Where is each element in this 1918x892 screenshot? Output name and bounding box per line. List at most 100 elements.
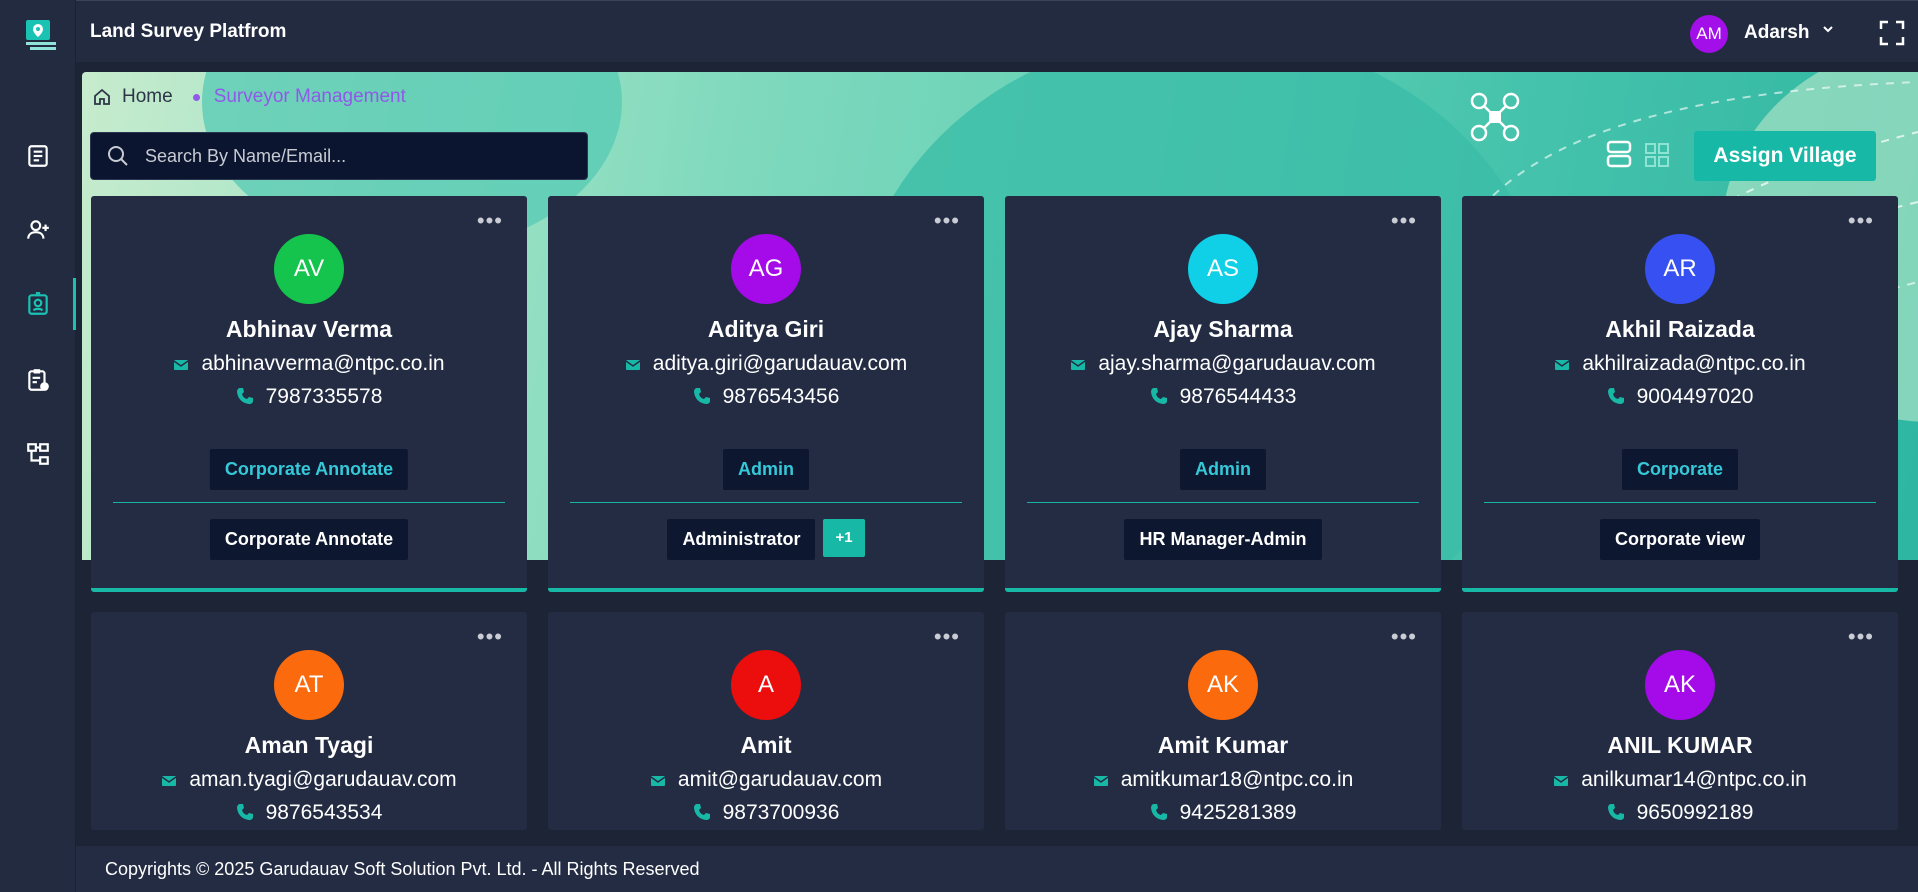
surveyor-phone-text: 9876543534 bbox=[265, 801, 383, 824]
scroll-gap bbox=[76, 830, 1918, 846]
surveyor-avatar: AR bbox=[1645, 234, 1715, 304]
surveyor-name: Amit Kumar bbox=[1157, 732, 1289, 758]
surveyor-phone: 9425281389 bbox=[1005, 801, 1441, 825]
surveyor-name: Akhil Raizada bbox=[1605, 316, 1755, 342]
surveyor-avatar: AK bbox=[1188, 650, 1258, 720]
list-view-icon[interactable] bbox=[1606, 140, 1632, 168]
mail-icon bbox=[1553, 776, 1569, 786]
mail-icon bbox=[650, 776, 666, 786]
hierarchy-icon bbox=[27, 443, 49, 465]
surveyor-phone-text: 9650992189 bbox=[1636, 801, 1754, 824]
breadcrumb-home[interactable]: Home bbox=[122, 86, 173, 108]
surveyor-phone: 9876543534 bbox=[91, 801, 527, 825]
surveyor-name: Aman Tyagi bbox=[244, 732, 374, 758]
more-options-icon[interactable]: ••• bbox=[1391, 626, 1417, 648]
role-badge: Corporate bbox=[1621, 449, 1739, 490]
nav-reports[interactable] bbox=[0, 128, 76, 184]
surveyor-phone: 9873700936 bbox=[548, 801, 984, 825]
permission-row: Administrator +1 bbox=[548, 519, 984, 560]
surveyor-email-text: amitkumar18@ntpc.co.in bbox=[1120, 768, 1354, 791]
add-user-icon bbox=[27, 220, 49, 239]
drone-icon bbox=[1470, 92, 1520, 142]
more-options-icon[interactable]: ••• bbox=[934, 626, 960, 648]
surveyor-avatar: AV bbox=[274, 234, 344, 304]
surveyor-phone-text: 9876543456 bbox=[722, 385, 840, 408]
search-box bbox=[90, 132, 588, 180]
card-divider bbox=[113, 502, 505, 503]
phone-icon bbox=[693, 804, 710, 820]
phone-icon bbox=[236, 388, 253, 404]
surveyor-name: Ajay Sharma bbox=[1153, 316, 1293, 342]
permission-row: Corporate view bbox=[1462, 519, 1898, 560]
nav-hierarchy[interactable] bbox=[0, 426, 76, 482]
nav-tasks[interactable] bbox=[0, 352, 76, 408]
surveyor-avatar: A bbox=[731, 650, 801, 720]
phone-icon bbox=[1150, 804, 1167, 820]
surveyor-email: anilkumar14@ntpc.co.in bbox=[1462, 768, 1898, 792]
permission-badge: Corporate view bbox=[1599, 519, 1761, 560]
nav-surveyor-management[interactable] bbox=[0, 276, 76, 332]
card-divider bbox=[1484, 502, 1876, 503]
breadcrumb-current: Surveyor Management bbox=[213, 86, 406, 107]
permission-row: Corporate Annotate bbox=[91, 519, 527, 560]
surveyor-phone: 7987335578 bbox=[91, 385, 527, 409]
user-avatar[interactable]: AM bbox=[1690, 15, 1728, 53]
surveyor-card: ••• AR Akhil Raizada akhilraizada@ntpc.c… bbox=[1462, 196, 1898, 592]
assign-village-button[interactable]: Assign Village bbox=[1694, 131, 1876, 181]
id-badge-icon bbox=[28, 292, 48, 315]
more-permissions-badge[interactable]: +1 bbox=[823, 519, 865, 557]
mail-icon bbox=[161, 776, 177, 786]
surveyor-phone-text: 9425281389 bbox=[1179, 801, 1297, 824]
surveyor-avatar: AT bbox=[274, 650, 344, 720]
home-icon[interactable] bbox=[92, 87, 112, 107]
more-options-icon[interactable]: ••• bbox=[477, 626, 503, 648]
surveyor-card: ••• AT Aman Tyagi aman.tyagi@garudauav.c… bbox=[91, 612, 527, 830]
surveyor-email-text: abhinavverma@ntpc.co.in bbox=[201, 352, 445, 375]
top-header: Land Survey Platfrom AM Adarsh bbox=[76, 0, 1918, 62]
surveyor-email-text: anilkumar14@ntpc.co.in bbox=[1581, 768, 1807, 791]
phone-icon bbox=[1607, 388, 1624, 404]
user-name[interactable]: Adarsh bbox=[1744, 22, 1809, 44]
chevron-down-icon[interactable] bbox=[1822, 23, 1834, 35]
role-badge: Corporate Annotate bbox=[209, 449, 409, 490]
surveyor-email: akhilraizada@ntpc.co.in bbox=[1462, 352, 1898, 376]
surveyor-email-text: aman.tyagi@garudauav.com bbox=[189, 768, 457, 791]
clipboard-icon bbox=[28, 369, 49, 391]
breadcrumb: Home Surveyor Management bbox=[92, 86, 406, 108]
grid-view-icon[interactable] bbox=[1644, 142, 1670, 168]
role-badge: Admin bbox=[723, 449, 809, 490]
more-options-icon[interactable]: ••• bbox=[1391, 210, 1417, 232]
surveyor-phone-text: 7987335578 bbox=[265, 385, 383, 408]
card-divider bbox=[570, 502, 962, 503]
sidebar bbox=[0, 0, 76, 892]
surveyor-phone: 9004497020 bbox=[1462, 385, 1898, 409]
app-logo-icon[interactable] bbox=[22, 16, 60, 54]
more-options-icon[interactable]: ••• bbox=[934, 210, 960, 232]
surveyor-email: abhinavverma@ntpc.co.in bbox=[91, 352, 527, 376]
surveyor-phone: 9876543456 bbox=[548, 385, 984, 409]
surveyor-card: ••• AK Amit Kumar amitkumar18@ntpc.co.in… bbox=[1005, 612, 1441, 830]
surveyor-avatar: AK bbox=[1645, 650, 1715, 720]
more-options-icon[interactable]: ••• bbox=[1848, 210, 1874, 232]
fullscreen-icon[interactable] bbox=[1878, 19, 1906, 47]
phone-icon bbox=[693, 388, 710, 404]
surveyor-email-text: ajay.sharma@garudauav.com bbox=[1098, 352, 1376, 375]
surveyor-email: ajay.sharma@garudauav.com bbox=[1005, 352, 1441, 376]
phone-icon bbox=[236, 804, 253, 820]
surveyor-name: Abhinav Verma bbox=[225, 316, 393, 342]
role-badge: Admin bbox=[1180, 449, 1266, 490]
permission-badge: Administrator bbox=[667, 519, 816, 560]
permission-badge: Corporate Annotate bbox=[209, 519, 409, 560]
more-options-icon[interactable]: ••• bbox=[477, 210, 503, 232]
more-options-icon[interactable]: ••• bbox=[1848, 626, 1874, 648]
surveyor-card: ••• AV Abhinav Verma abhinavverma@ntpc.c… bbox=[91, 196, 527, 592]
surveyor-name: ANIL KUMAR bbox=[1607, 732, 1753, 758]
mail-icon bbox=[625, 360, 641, 370]
surveyor-name: Aditya Giri bbox=[707, 316, 825, 342]
nav-user-management[interactable] bbox=[0, 202, 76, 258]
surveyor-card: ••• AG Aditya Giri aditya.giri@garudauav… bbox=[548, 196, 984, 592]
search-input[interactable] bbox=[145, 145, 565, 167]
surveyor-email: amitkumar18@ntpc.co.in bbox=[1005, 768, 1441, 792]
surveyor-email: aditya.giri@garudauav.com bbox=[548, 352, 984, 376]
surveyor-email: aman.tyagi@garudauav.com bbox=[91, 768, 527, 792]
